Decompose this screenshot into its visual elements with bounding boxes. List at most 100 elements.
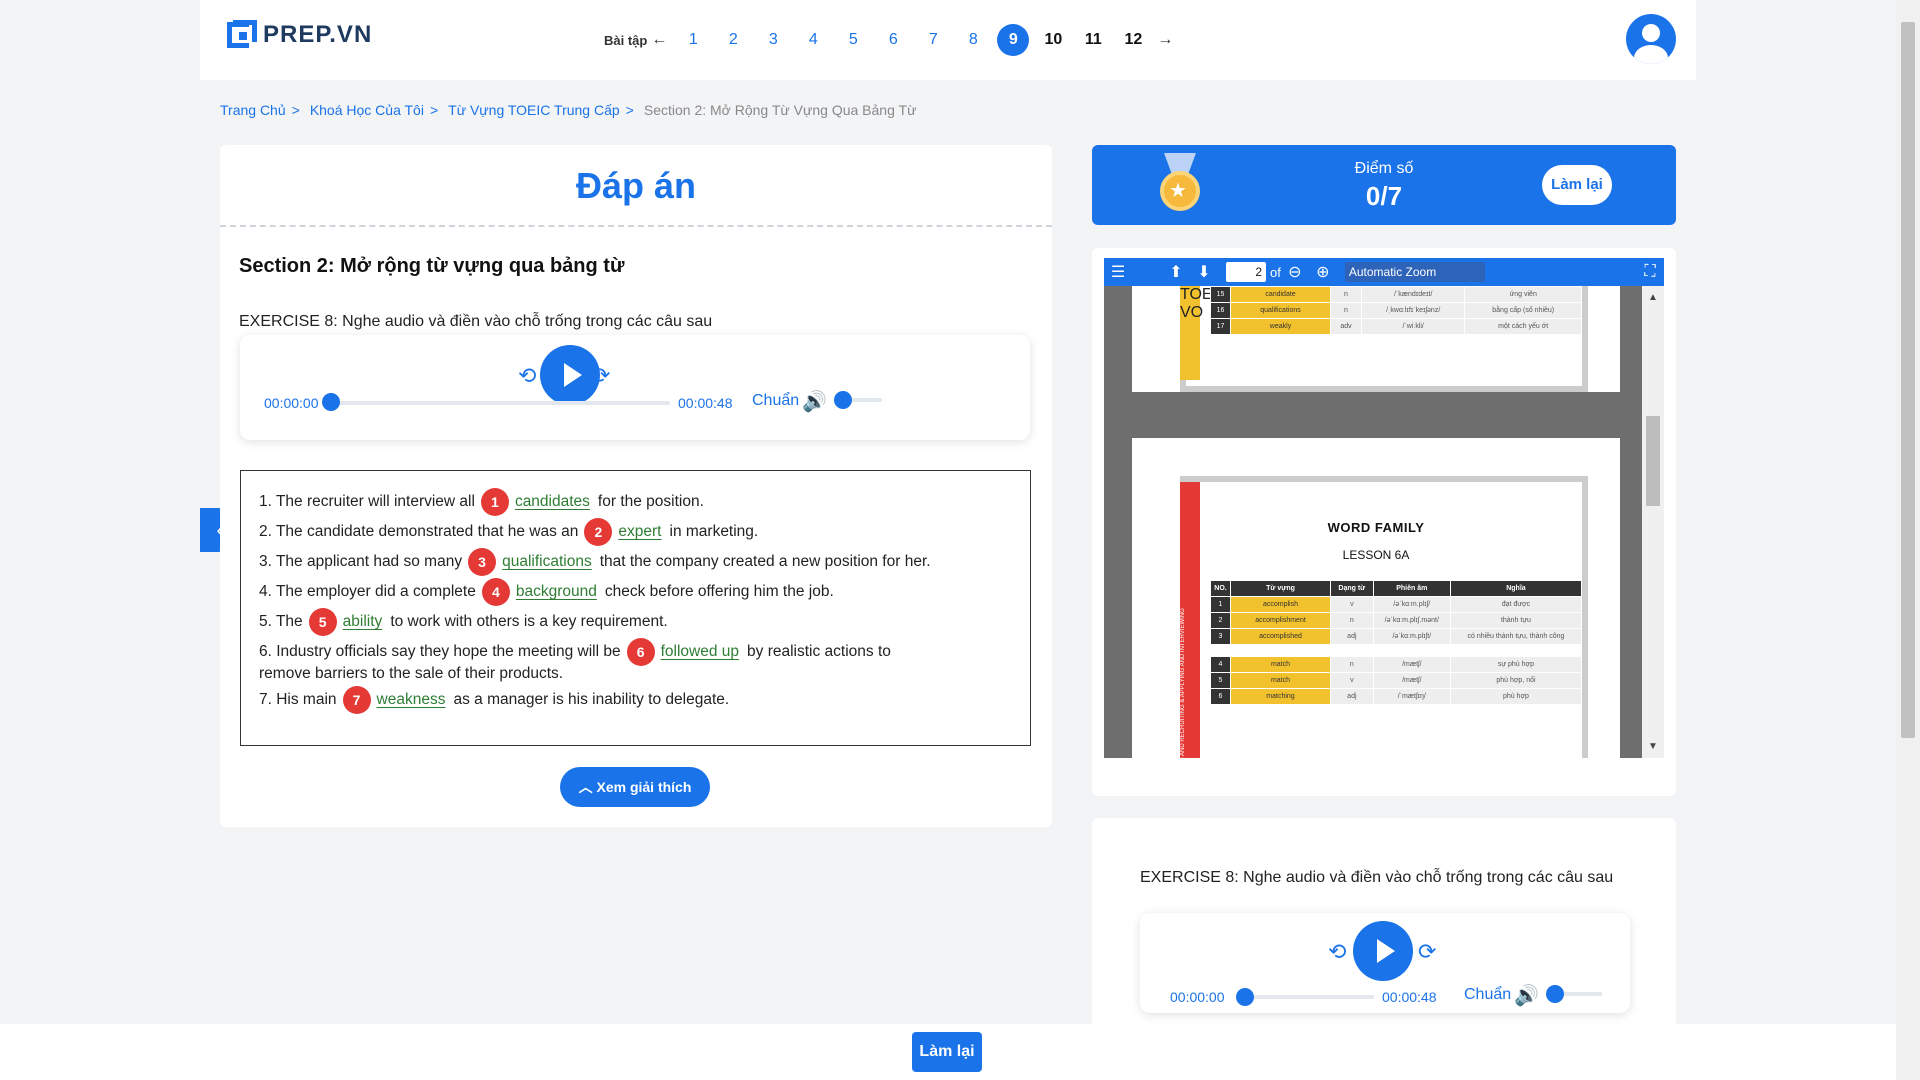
pdf-page-2: ING AND RECRUITING & APPLYING AND INTERV… — [1132, 438, 1620, 758]
answer-text: expert — [618, 523, 662, 540]
answer-text: candidates — [514, 493, 590, 510]
answer-line-6-continued: remove barriers to the sale of their pro… — [259, 665, 564, 682]
breadcrumb-my-courses[interactable]: Khoá Học Của Tôi — [310, 102, 424, 118]
exercise-instruction: EXERCISE 8: Nghe audio và điền vào chỗ t… — [239, 313, 713, 330]
pager-item-12[interactable]: 12 — [1117, 24, 1149, 56]
progress-track[interactable] — [330, 401, 670, 405]
breadcrumb: Trang Chủ > Khoá Học Của Tôi > Từ Vựng TOE… — [220, 102, 917, 118]
page-scrollbar[interactable] — [1896, 0, 1920, 1080]
duration-time: 00:00:48 — [678, 395, 733, 411]
pager-item-7[interactable]: 7 — [917, 24, 949, 56]
pdf-page-1: TOEIC VO 15 candidate n/ˈkændɪdeɪt/ứng viê… — [1132, 286, 1620, 392]
previous-page-icon[interactable]: ⬆ — [1162, 262, 1190, 282]
pdf-scrollbar-thumb[interactable] — [1646, 416, 1660, 506]
volume-icon[interactable]: 🔊 — [1514, 983, 1539, 1008]
breadcrumb-current: Section 2: Mở Rộng Từ Vựng Qua Bảng Từ — [643, 102, 917, 118]
forward-5-icon[interactable]: ⟳ — [592, 363, 610, 389]
pager-item-11[interactable]: 11 — [1077, 24, 1109, 56]
current-time-2: 00:00:00 — [1170, 989, 1225, 1005]
divider — [220, 225, 1052, 227]
page-number-input[interactable]: 2 — [1226, 262, 1266, 282]
page-scrollbar-thumb[interactable] — [1901, 22, 1915, 738]
volume-knob[interactable] — [834, 391, 852, 409]
pager-item-2[interactable]: 2 — [717, 24, 749, 56]
answer-line-5: 5. The 5 ability to work with others is a k… — [259, 607, 1012, 637]
rewind-5-icon[interactable]: ⟲ — [1328, 939, 1346, 965]
pager-next-arrow[interactable]: → — [1157, 31, 1173, 49]
progress-knob[interactable] — [322, 393, 340, 411]
volume-knob-2[interactable] — [1546, 985, 1564, 1003]
answer-text: followed up — [660, 643, 740, 660]
answer-text: qualifications — [502, 553, 592, 570]
answer-line-7: 7. His main 7 weakness as a manager is his … — [259, 685, 1012, 715]
pager-item-8[interactable]: 8 — [957, 24, 989, 56]
scroll-up-icon[interactable]: ▲ — [1648, 292, 1658, 303]
answer-text: ability — [342, 613, 383, 630]
answer-number-badge: 3 — [468, 547, 497, 576]
rewind-5-icon[interactable]: ⟲ — [518, 363, 536, 389]
pdf-viewer-card: ☰ ⬆ ⬇ 2 of ⊖ ⊕ Automatic Zoom ⛶ TOEIC VO… — [1092, 248, 1676, 796]
answer-number-badge: 7 — [342, 685, 371, 714]
chevron-up-icon: ︿ — [578, 779, 597, 795]
zoom-out-icon[interactable]: ⊖ — [1281, 262, 1309, 282]
answers-box: 1. The recruiter will interview all 1 cand… — [240, 470, 1031, 746]
answer-title: Đáp án — [575, 165, 697, 206]
pdf-document-view[interactable]: TOEIC VO 15 candidate n/ˈkændɪdeɪt/ứng viê… — [1104, 286, 1664, 758]
answer-number-badge: 2 — [584, 517, 613, 546]
pager-item-5[interactable]: 5 — [837, 24, 869, 56]
breadcrumb-course[interactable]: Từ Vựng TOEIC Trung Cấp — [448, 102, 620, 118]
lesson-label: LESSON 6A — [1342, 548, 1410, 562]
speed-select[interactable]: Chuẩn — [752, 392, 799, 410]
pager-item-4[interactable]: 4 — [797, 24, 829, 56]
next-page-icon[interactable]: ⬇ — [1190, 262, 1218, 282]
answer-number-badge: 1 — [480, 487, 509, 516]
pdf-vocab-table-2: NO. Từ vựng Dạng từ Phiên âm Nghĩa 1 accompli… — [1210, 580, 1583, 705]
logo[interactable]: PREP.VN — [227, 20, 372, 50]
section-title: Section 2: Mở rộng từ vựng qua bảng từ — [239, 255, 625, 277]
answer-line-4: 4. The employer did a complete 4 backgroun… — [259, 577, 1012, 607]
zoom-in-icon[interactable]: ⊕ — [1309, 262, 1337, 282]
zoom-select[interactable]: Automatic Zoom — [1344, 262, 1485, 282]
retry-button-top[interactable]: Làm lại — [1542, 165, 1612, 205]
answer-line-1: 1. The recruiter will interview all 1 cand… — [259, 487, 1012, 517]
score-card: ★ Điểm số 0/7 Làm lại — [1092, 145, 1676, 225]
answer-text: background — [515, 583, 597, 600]
page-of-label: of — [1270, 264, 1281, 280]
fullscreen-icon[interactable]: ⛶ — [1636, 263, 1664, 281]
retry-button-bottom[interactable]: Làm lại — [912, 1032, 982, 1072]
pager-item-10[interactable]: 10 — [1037, 24, 1069, 56]
logo-mark-icon — [227, 20, 257, 50]
forward-5-icon[interactable]: ⟳ — [1418, 939, 1436, 965]
answer-text: weakness — [376, 691, 446, 708]
pdf-vocab-table-1: 15 candidate n/ˈkændɪdeɪt/ứng viên 16 quali… — [1210, 286, 1582, 335]
progress-knob-2[interactable] — [1236, 988, 1254, 1006]
answer-number-badge: 6 — [626, 637, 655, 666]
audio-player-2: ⟲ ⟳ 00:00:00 00:00:48 Chuẩn 🔊 — [1140, 913, 1630, 1013]
progress-track-2[interactable] — [1244, 995, 1374, 999]
logo-text: PREP.VN — [263, 21, 373, 48]
show-explanation-button[interactable]: ︿ Xem giải thích — [560, 767, 710, 807]
answer-card: Đáp án Section 2: Mở rộng từ vựng qua bả… — [220, 145, 1052, 827]
play-button[interactable] — [540, 345, 600, 405]
answer-number-badge: 5 — [308, 607, 337, 636]
answer-line-3: 3. The applicant had so many 3 qualificati… — [259, 547, 1012, 577]
pager-prev-arrow[interactable]: ← — [651, 31, 667, 49]
user-avatar-icon[interactable] — [1626, 14, 1676, 64]
speed-select-2[interactable]: Chuẩn — [1464, 986, 1511, 1004]
pager-item-1[interactable]: 1 — [677, 24, 709, 56]
answer-line-2: 2. The candidate demonstrated that he wa… — [259, 517, 1012, 547]
pdf-side-label-1: TOEIC VO — [1180, 286, 1229, 380]
pdf-toolbar: ☰ ⬆ ⬇ 2 of ⊖ ⊕ Automatic Zoom ⛶ — [1104, 258, 1664, 286]
pager-item-3[interactable]: 3 — [757, 24, 789, 56]
word-family-title: WORD FAMILY — [1327, 520, 1425, 535]
play-button-2[interactable] — [1353, 921, 1413, 981]
pager-item-6[interactable]: 6 — [877, 24, 909, 56]
scroll-down-icon[interactable]: ▼ — [1648, 741, 1658, 752]
pager-item-9-active[interactable]: 9 — [997, 24, 1030, 56]
sidebar-menu-icon[interactable]: ☰ — [1104, 262, 1132, 282]
audio-player: ⟲ ⟳ 00:00:00 00:00:48 Chuẩn 🔊 — [240, 335, 1030, 440]
volume-icon[interactable]: 🔊 — [802, 389, 827, 414]
breadcrumb-home[interactable]: Trang Chủ — [220, 102, 286, 118]
duration-time-2: 00:00:48 — [1382, 989, 1437, 1005]
pdf-scrollbar[interactable]: ▲ ▼ — [1642, 286, 1664, 758]
